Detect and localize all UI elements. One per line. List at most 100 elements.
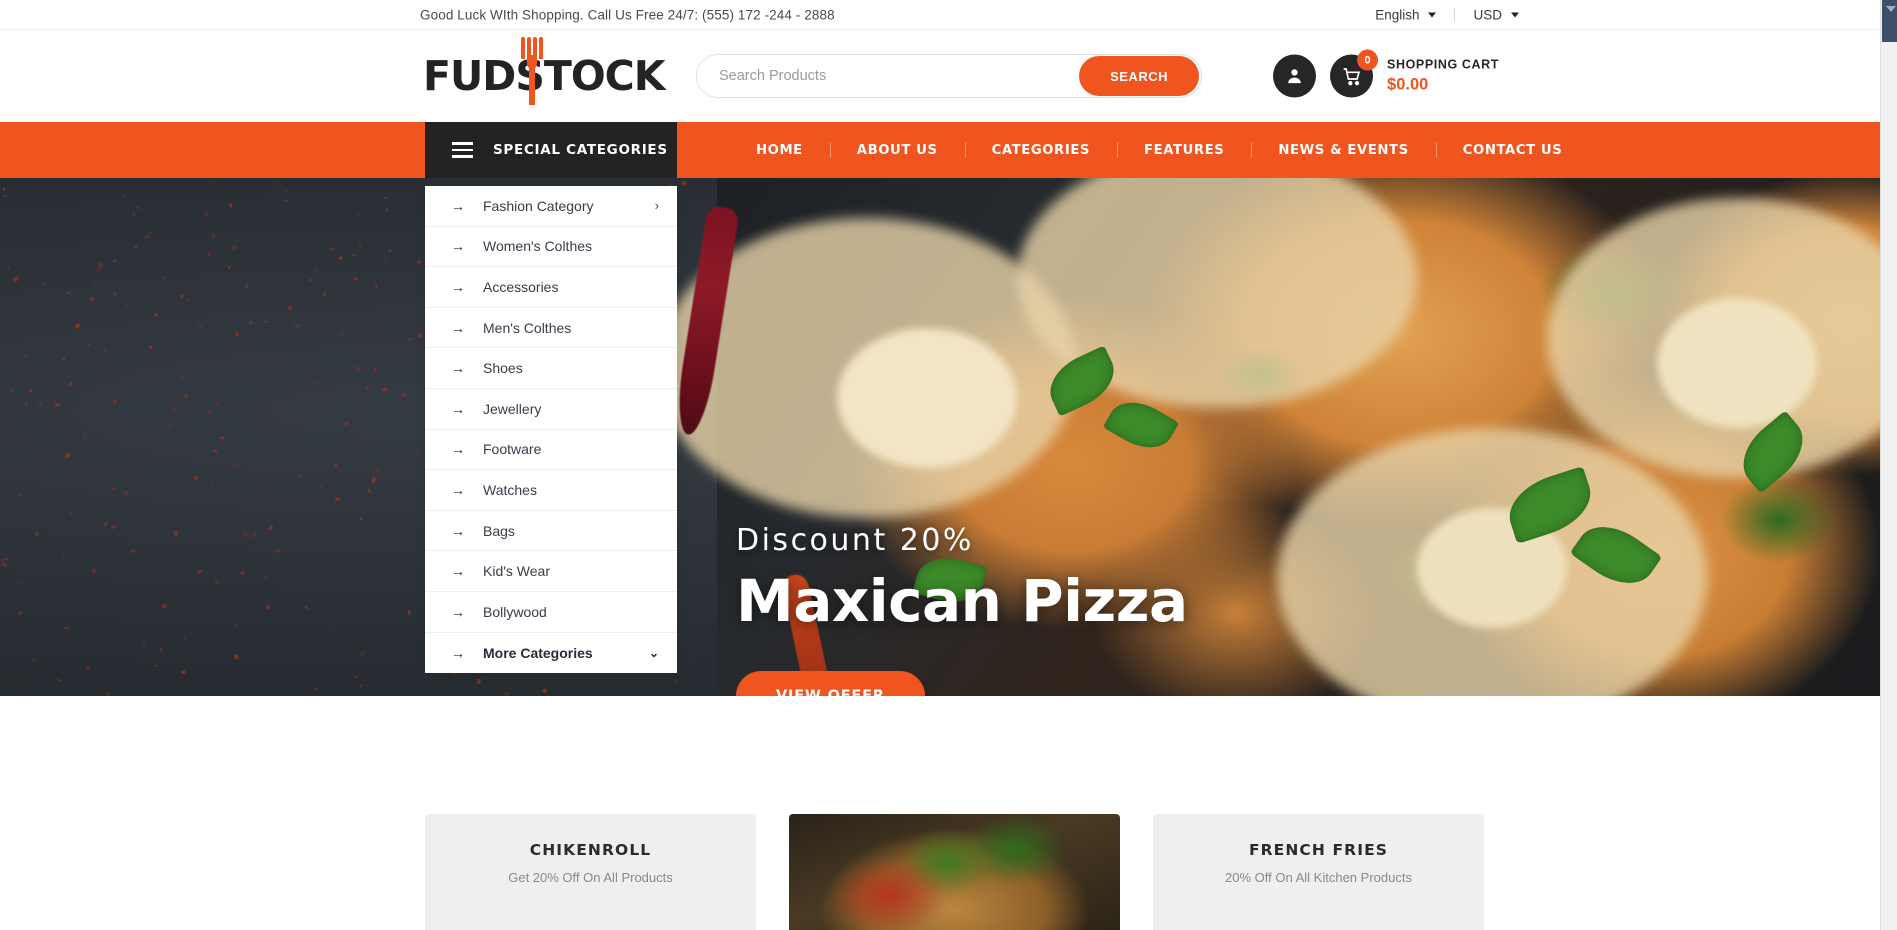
chili-flake (355, 366, 361, 372)
chili-flake (682, 694, 689, 696)
chili-flake (248, 320, 253, 325)
cart-button[interactable]: 0 (1330, 49, 1379, 98)
logo[interactable]: FUDSTOCK (423, 37, 666, 105)
category-label: Bags (483, 522, 515, 539)
chili-flake (388, 248, 391, 253)
chili-flake (215, 402, 220, 406)
chili-flake (357, 243, 363, 249)
chili-flake (374, 283, 379, 289)
fork-icon (521, 37, 543, 105)
chili-flake (102, 521, 108, 527)
chili-flake (20, 582, 23, 585)
category-item[interactable]: → Bollywood (425, 592, 677, 633)
chili-flake (334, 496, 341, 502)
chili-flake (342, 590, 345, 594)
arrow-right-icon: → (451, 400, 465, 417)
chili-flake (210, 485, 214, 488)
currency-selector[interactable]: USD (1455, 7, 1537, 22)
language-selector[interactable]: English (1357, 7, 1454, 22)
search-button[interactable]: SEARCH (1079, 56, 1199, 96)
arrow-right-icon: → (451, 441, 465, 458)
chili-flake (364, 385, 371, 392)
chili-flake (680, 180, 687, 186)
top-bar: Good Luck WIth Shopping. Call Us Free 24… (0, 0, 1897, 30)
nav-item-features[interactable]: FEATURES (1117, 143, 1251, 158)
category-label: Women's Colthes (483, 238, 593, 255)
search-bar: SEARCH (696, 54, 1202, 98)
chili-flake (162, 276, 167, 281)
category-item[interactable]: → Footware (425, 430, 677, 471)
category-item[interactable]: → Bags (425, 511, 677, 552)
chili-flake (122, 193, 127, 198)
nav-item-news-events[interactable]: NEWS & EVENTS (1251, 143, 1435, 158)
chili-flake (38, 402, 44, 408)
chili-flake (234, 623, 238, 629)
chili-flake (203, 212, 210, 218)
chili-flake (227, 265, 232, 269)
arrow-right-icon: → (451, 522, 465, 539)
nav-item-contact-us[interactable]: CONTACT US (1436, 143, 1590, 158)
chili-flake (54, 402, 61, 407)
chili-flake (112, 292, 117, 296)
chili-flake (6, 265, 10, 269)
account-button[interactable] (1273, 54, 1317, 98)
chili-flake (357, 213, 362, 218)
category-label: Footware (483, 441, 542, 458)
arrow-right-icon: → (451, 481, 465, 498)
chili-flake (182, 635, 188, 641)
chili-flake (154, 312, 159, 317)
promo-card-chikenroll[interactable]: CHIKENROLL Get 20% Off On All Products (425, 814, 756, 930)
nav-item-about-us[interactable]: ABOUT US (830, 143, 965, 158)
chili-flake (29, 388, 34, 393)
chili-flake (235, 331, 239, 337)
category-item[interactable]: → More Categories ⌄ (425, 633, 677, 674)
category-item[interactable]: → Jewellery (425, 389, 677, 430)
chili-flake (314, 266, 318, 272)
category-label: Jewellery (483, 400, 542, 417)
category-item[interactable]: → Men's Colthes (425, 308, 677, 349)
special-categories-button[interactable]: SPECIAL CATEGORIES (425, 122, 677, 178)
nav-item-home[interactable]: HOME (729, 143, 830, 158)
page-scrollbar[interactable] (1880, 0, 1897, 930)
category-item[interactable]: → Women's Colthes (425, 227, 677, 268)
chili-flake (74, 322, 81, 330)
chili-flake (417, 333, 423, 338)
nav-item-categories[interactable]: CATEGORIES (965, 143, 1117, 158)
chili-flake (219, 429, 221, 433)
chili-flake (242, 530, 249, 536)
category-item[interactable]: → Fashion Category › (425, 186, 677, 227)
arrow-right-icon: → (451, 197, 465, 214)
chili-flake (166, 621, 171, 626)
category-item[interactable]: → Shoes (425, 348, 677, 389)
cart-info[interactable]: SHOPPING CART $0.00 (1387, 56, 1499, 95)
chili-flake (220, 436, 225, 441)
chili-flake (358, 683, 364, 689)
chili-flake (194, 476, 199, 481)
chili-flake (18, 493, 23, 497)
category-item[interactable]: → Watches (425, 470, 677, 511)
chevron-down-icon (1428, 12, 1437, 17)
chevron-down-icon (1511, 12, 1519, 17)
chili-flake (252, 532, 256, 538)
promo-card-image[interactable] (789, 814, 1120, 930)
search-input[interactable] (697, 68, 1080, 84)
chili-flake (66, 291, 72, 295)
chili-flake (17, 610, 24, 616)
chili-flake (130, 548, 136, 554)
chili-flake (92, 568, 97, 574)
view-offer-button[interactable]: VIEW OFFER (736, 671, 925, 696)
chili-flake (112, 259, 117, 263)
category-item[interactable]: → Accessories (425, 267, 677, 308)
chili-flake (61, 552, 66, 558)
hamburger-icon (452, 142, 473, 158)
chili-flake (263, 320, 268, 323)
arrow-right-icon: → (451, 360, 465, 377)
scrollbar-thumb[interactable] (1882, 0, 1897, 42)
chili-flake (417, 260, 422, 263)
chili-flake (72, 445, 76, 448)
chili-flake (2, 561, 8, 567)
category-item[interactable]: → Kid's Wear (425, 551, 677, 592)
promo-card-french-fries[interactable]: FRENCH FRIES 20% Off On All Kitchen Prod… (1153, 814, 1484, 930)
special-categories-panel: → Fashion Category › → Women's Colthes → Acces… (425, 186, 677, 674)
arrow-right-icon: → (451, 603, 465, 620)
